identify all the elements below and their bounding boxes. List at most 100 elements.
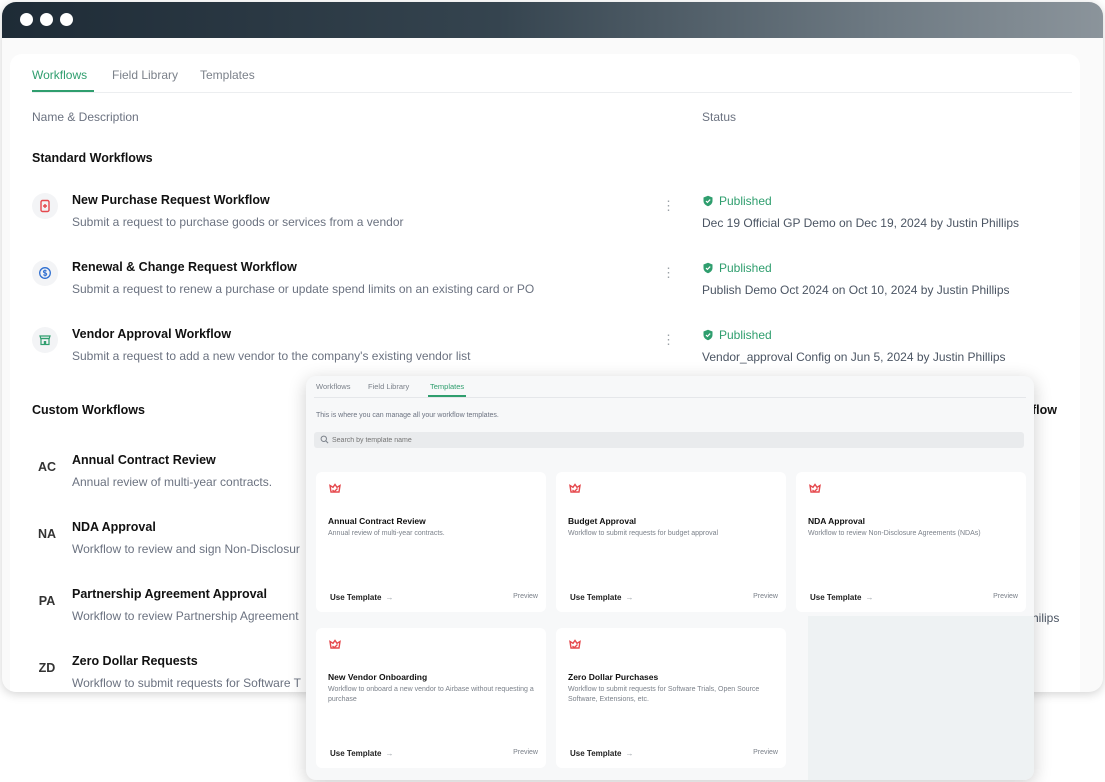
- tab-workflows[interactable]: Workflows: [32, 68, 87, 82]
- templates-helper-text: This is where you can manage all your wo…: [316, 412, 499, 419]
- workflow-title: Renewal & Change Request Workflow: [72, 260, 297, 274]
- partial-column-heading: flow: [1032, 403, 1057, 417]
- template-icon: [569, 483, 581, 493]
- shield-check-icon: [703, 262, 713, 274]
- templates-overlay: Workflows Field Library Templates This i…: [306, 376, 1034, 780]
- preview-link[interactable]: Preview: [753, 749, 778, 756]
- use-template-label: Use Template: [330, 593, 382, 602]
- tab-templates[interactable]: Templates: [430, 382, 464, 391]
- use-template-label: Use Template: [570, 593, 622, 602]
- arrow-right-icon: →: [385, 593, 394, 602]
- workflow-title: NDA Approval: [72, 520, 156, 534]
- template-card[interactable]: Budget Approval Workflow to submit reque…: [556, 472, 786, 612]
- workflow-description: Submit a request to purchase goods or se…: [72, 215, 404, 229]
- template-icon: [809, 483, 821, 493]
- column-header-status: Status: [702, 110, 737, 124]
- custom-workflows-heading: Custom Workflows: [32, 403, 145, 417]
- window-zoom-dot[interactable]: [60, 13, 73, 26]
- preview-link[interactable]: Preview: [753, 593, 778, 600]
- workflow-avatar: NA: [37, 527, 57, 541]
- status-badge: Published: [702, 261, 772, 275]
- arrow-right-icon: →: [865, 593, 874, 602]
- status-meta: Dec 19 Official GP Demo on Dec 19, 2024 …: [702, 216, 1020, 230]
- standard-workflows-heading: Standard Workflows: [32, 151, 153, 165]
- template-description: Workflow to onboard a new vendor to Airb…: [328, 686, 534, 703]
- use-template-button[interactable]: Use Template →: [570, 593, 633, 602]
- shield-check-icon: [703, 329, 713, 341]
- window-minimize-dot[interactable]: [40, 13, 53, 26]
- template-card[interactable]: Zero Dollar Purchases Workflow to submit…: [556, 628, 786, 768]
- column-header-name: Name & Description: [32, 110, 139, 124]
- status-text: Published: [719, 194, 772, 208]
- more-options-icon[interactable]: ⋮: [662, 198, 675, 214]
- status-meta: Vendor_approval Config on Jun 5, 2024 by…: [702, 350, 1006, 364]
- window-close-dot[interactable]: [20, 13, 33, 26]
- workflow-avatar: ZD: [38, 661, 56, 675]
- status-text: Published: [719, 328, 772, 342]
- more-options-icon[interactable]: ⋮: [662, 332, 675, 348]
- preview-link[interactable]: Preview: [993, 593, 1018, 600]
- template-search-box[interactable]: [314, 432, 1024, 448]
- preview-link[interactable]: Preview: [513, 593, 538, 600]
- template-search-input[interactable]: [332, 434, 1012, 446]
- use-template-button[interactable]: Use Template →: [330, 749, 393, 758]
- template-description: Workflow to review Non-Disclosure Agreem…: [808, 530, 981, 537]
- use-template-button[interactable]: Use Template →: [810, 593, 873, 602]
- template-title: Annual Contract Review: [328, 516, 426, 526]
- template-icon: [329, 483, 341, 493]
- status-meta: Publish Demo Oct 2024 on Oct 10, 2024 by…: [702, 283, 1010, 297]
- status-text: Published: [719, 261, 772, 275]
- empty-card-slot: [808, 616, 1034, 780]
- workflow-description: Workflow to submit requests for Software…: [72, 676, 301, 690]
- use-template-button[interactable]: Use Template →: [330, 593, 393, 602]
- document-plus-icon: [32, 193, 58, 219]
- use-template-button[interactable]: Use Template →: [570, 749, 633, 758]
- workflow-title: Zero Dollar Requests: [72, 654, 198, 668]
- workflow-description: Submit a request to renew a purchase or …: [72, 282, 535, 296]
- tab-workflows[interactable]: Workflows: [316, 382, 350, 391]
- use-template-label: Use Template: [330, 749, 382, 758]
- status-badge: Published: [702, 194, 772, 208]
- template-description: Workflow to submit requests for Software…: [568, 686, 760, 703]
- workflow-description: Submit a request to add a new vendor to …: [72, 349, 471, 363]
- template-card[interactable]: Annual Contract Review Annual review of …: [316, 472, 546, 612]
- arrow-right-icon: →: [625, 593, 634, 602]
- workflow-description: Workflow to review Partnership Agreement: [72, 609, 299, 623]
- workflow-title: New Purchase Request Workflow: [72, 193, 270, 207]
- more-options-icon[interactable]: ⋮: [662, 265, 675, 281]
- template-description: Workflow to submit requests for budget a…: [568, 530, 719, 537]
- preview-link[interactable]: Preview: [513, 749, 538, 756]
- status-badge: Published: [702, 328, 772, 342]
- template-card[interactable]: New Vendor Onboarding Workflow to onboar…: [316, 628, 546, 768]
- partial-status-meta: hilips: [1032, 611, 1060, 625]
- use-template-label: Use Template: [570, 749, 622, 758]
- workflow-description: Workflow to review and sign Non-Disclosu…: [72, 542, 300, 556]
- arrow-right-icon: →: [625, 749, 634, 758]
- tab-divider: [32, 92, 1072, 93]
- template-title: Budget Approval: [568, 516, 637, 526]
- template-icon: [569, 639, 581, 649]
- workflow-title: Partnership Agreement Approval: [72, 587, 267, 601]
- workflow-avatar: PA: [38, 594, 56, 608]
- tab-templates[interactable]: Templates: [200, 68, 255, 82]
- template-card[interactable]: NDA Approval Workflow to review Non-Disc…: [796, 472, 1026, 612]
- arrow-right-icon: →: [385, 749, 394, 758]
- search-icon: [320, 435, 329, 444]
- template-title: Zero Dollar Purchases: [568, 672, 659, 682]
- store-icon: [32, 327, 58, 353]
- tab-divider: [314, 397, 1026, 398]
- template-title: NDA Approval: [808, 516, 865, 526]
- title-bar: [2, 2, 1103, 38]
- workflow-description: Annual review of multi-year contracts.: [72, 475, 273, 489]
- tab-field-library[interactable]: Field Library: [368, 382, 409, 391]
- template-icon: [329, 639, 341, 649]
- workflow-title: Vendor Approval Workflow: [72, 327, 232, 341]
- dollar-renew-icon: [32, 260, 58, 286]
- shield-check-icon: [703, 195, 713, 207]
- workflow-avatar: AC: [37, 460, 57, 474]
- tab-field-library[interactable]: Field Library: [112, 68, 178, 82]
- use-template-label: Use Template: [810, 593, 862, 602]
- template-description: Annual review of multi-year contracts.: [328, 530, 445, 537]
- template-title: New Vendor Onboarding: [328, 672, 428, 682]
- workflow-title: Annual Contract Review: [72, 453, 216, 467]
